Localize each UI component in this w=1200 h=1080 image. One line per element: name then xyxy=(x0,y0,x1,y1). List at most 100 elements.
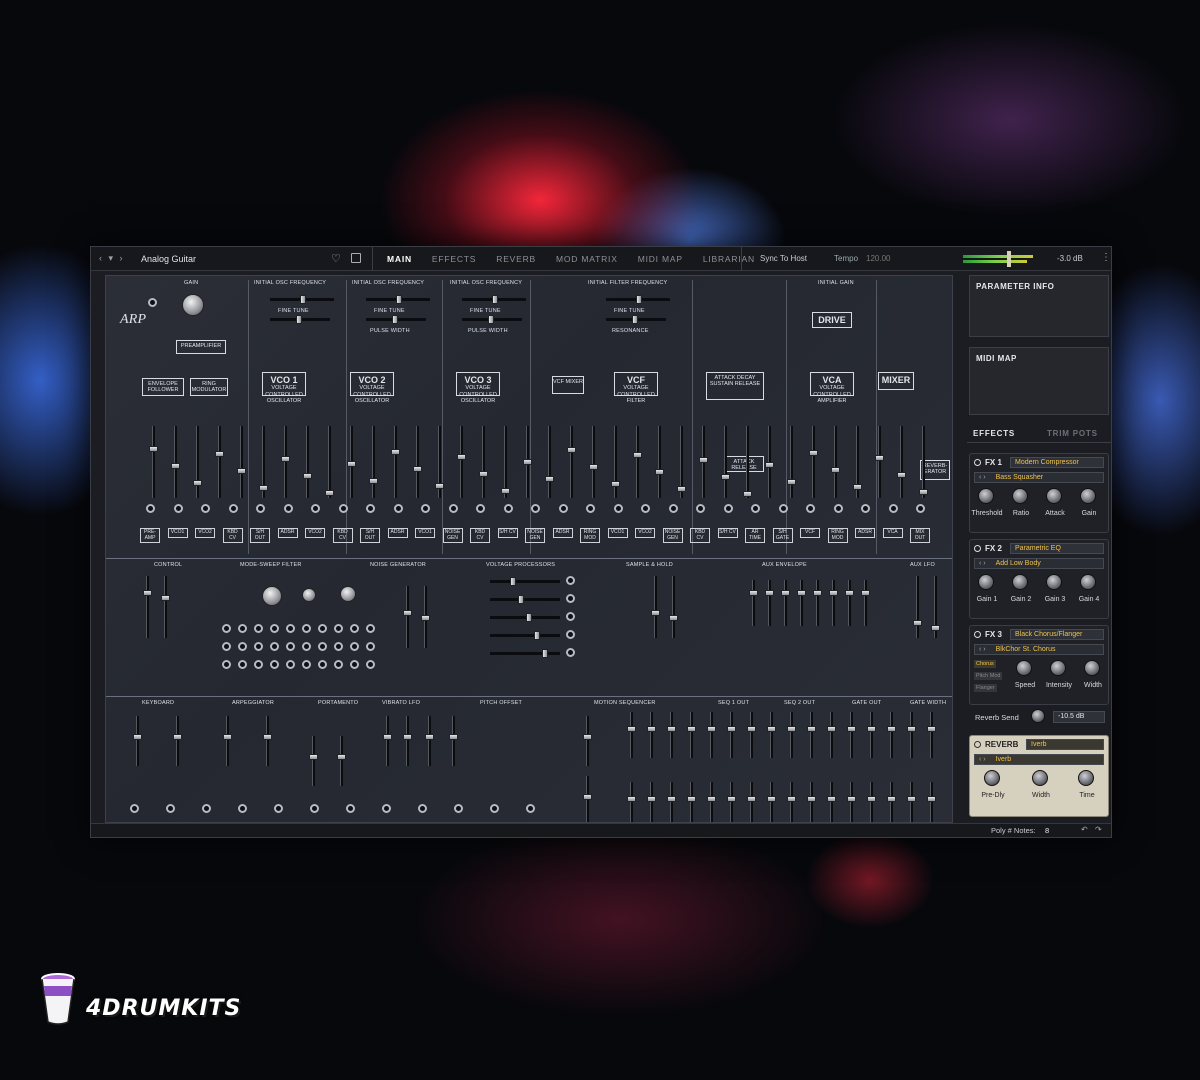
slider-cap[interactable] xyxy=(143,590,152,596)
sequencer-step-slider[interactable] xyxy=(667,782,676,822)
slider-cap[interactable] xyxy=(907,726,916,732)
slider-cap[interactable] xyxy=(421,615,430,621)
fine-tune-slider-1[interactable] xyxy=(270,315,330,324)
sequencer-step-slider[interactable] xyxy=(847,712,856,758)
slider-cap[interactable] xyxy=(149,446,158,452)
control-slider[interactable] xyxy=(449,716,458,766)
patch-jack[interactable] xyxy=(270,660,279,669)
control-slider[interactable] xyxy=(193,426,202,498)
control-slider[interactable] xyxy=(259,426,268,498)
patch-jack[interactable] xyxy=(286,624,295,633)
slider-cap[interactable] xyxy=(919,489,928,495)
control-slider[interactable] xyxy=(425,716,434,766)
patch-jack[interactable] xyxy=(202,804,211,813)
patch-jack[interactable] xyxy=(350,642,359,651)
slider-cap[interactable] xyxy=(667,726,676,732)
slider-cap[interactable] xyxy=(687,796,696,802)
slider-cap[interactable] xyxy=(171,463,180,469)
aux-env-slider[interactable] xyxy=(749,580,758,626)
sequencer-step-slider[interactable] xyxy=(727,782,736,822)
slider-cap[interactable] xyxy=(927,796,936,802)
control-slider[interactable] xyxy=(347,426,356,498)
control-slider[interactable] xyxy=(545,426,554,498)
tab-trim-pots[interactable]: TRIM POTS xyxy=(1047,429,1098,438)
slider-cap[interactable] xyxy=(523,459,532,465)
patch-jack[interactable] xyxy=(338,504,348,513)
menu-icon[interactable]: ⋮ xyxy=(1101,252,1111,263)
fine-tune-slider-4[interactable] xyxy=(606,315,666,324)
sequencer-step-slider[interactable] xyxy=(927,782,936,822)
slider-cap[interactable] xyxy=(647,796,656,802)
patch-jack[interactable] xyxy=(558,504,568,513)
slider-cap[interactable] xyxy=(827,796,836,802)
patch-jack[interactable] xyxy=(696,504,705,513)
slider-cap[interactable] xyxy=(747,726,756,732)
slider-cap[interactable] xyxy=(677,486,686,492)
control-slider[interactable] xyxy=(583,716,592,766)
slider-cap[interactable] xyxy=(369,478,378,484)
slider-cap[interactable] xyxy=(655,469,664,475)
control-slider[interactable] xyxy=(303,426,312,498)
slider-cap[interactable] xyxy=(567,447,576,453)
slider-cap[interactable] xyxy=(215,451,224,457)
control-slider[interactable] xyxy=(149,426,158,498)
patch-jack[interactable] xyxy=(366,642,375,651)
control-slider[interactable] xyxy=(633,426,642,498)
slider-cap[interactable] xyxy=(667,796,676,802)
patch-jack[interactable] xyxy=(238,642,247,651)
fine-tune-slider-2[interactable] xyxy=(366,315,426,324)
control-slider[interactable] xyxy=(677,426,686,498)
control-slider[interactable] xyxy=(161,576,170,638)
slider-cap[interactable] xyxy=(809,450,818,456)
control-slider[interactable] xyxy=(931,576,940,638)
control-slider[interactable] xyxy=(809,426,818,498)
patch-jack[interactable] xyxy=(256,504,265,513)
patch-jack[interactable] xyxy=(318,624,327,633)
control-slider[interactable] xyxy=(237,426,246,498)
mode-chorus[interactable]: Chorus xyxy=(974,660,996,668)
slider-cap[interactable] xyxy=(542,649,548,658)
control-slider[interactable] xyxy=(589,426,598,498)
sequencer-step-slider[interactable] xyxy=(767,782,776,822)
control-slider[interactable] xyxy=(669,576,678,638)
slider-cap[interactable] xyxy=(913,620,922,626)
slider-cap[interactable] xyxy=(707,726,716,732)
gain4-knob[interactable] xyxy=(1080,574,1096,590)
patch-jack[interactable] xyxy=(421,504,430,513)
patch-jack[interactable] xyxy=(566,630,575,639)
slider-cap[interactable] xyxy=(449,734,458,740)
osc-freq-slider-1[interactable] xyxy=(270,295,334,304)
slider-cap[interactable] xyxy=(413,466,422,472)
slider-cap[interactable] xyxy=(829,590,838,596)
slider-cap[interactable] xyxy=(403,734,412,740)
control-slider[interactable] xyxy=(913,576,922,638)
control-slider[interactable] xyxy=(171,426,180,498)
patch-jack[interactable] xyxy=(350,624,359,633)
slider-cap[interactable] xyxy=(611,481,620,487)
slider-cap[interactable] xyxy=(534,631,540,640)
sequencer-step-slider[interactable] xyxy=(707,782,716,822)
control-slider[interactable] xyxy=(403,716,412,766)
voltage-proc-slider[interactable] xyxy=(490,649,560,658)
patch-jack[interactable] xyxy=(916,504,925,513)
control-slider[interactable] xyxy=(421,586,430,648)
patch-jack[interactable] xyxy=(566,612,575,621)
slider-cap[interactable] xyxy=(927,726,936,732)
width-knob-fx3[interactable] xyxy=(1084,660,1100,676)
sequencer-step-slider[interactable] xyxy=(867,782,876,822)
slider-cap[interactable] xyxy=(281,456,290,462)
patch-jack[interactable] xyxy=(346,804,355,813)
control-slider[interactable] xyxy=(383,716,392,766)
slider-cap[interactable] xyxy=(403,610,412,616)
resonance-knob[interactable] xyxy=(302,588,316,602)
patch-jack[interactable] xyxy=(201,504,210,513)
slider-cap[interactable] xyxy=(161,595,170,601)
patch-jack[interactable] xyxy=(238,804,247,813)
control-slider[interactable] xyxy=(391,426,400,498)
fx2-type-select[interactable]: Parametric EQ xyxy=(1010,543,1104,554)
slider-cap[interactable] xyxy=(807,726,816,732)
patch-jack[interactable] xyxy=(310,804,319,813)
control-slider[interactable] xyxy=(435,426,444,498)
slider-cap[interactable] xyxy=(887,726,896,732)
sequencer-step-slider[interactable] xyxy=(667,712,676,758)
